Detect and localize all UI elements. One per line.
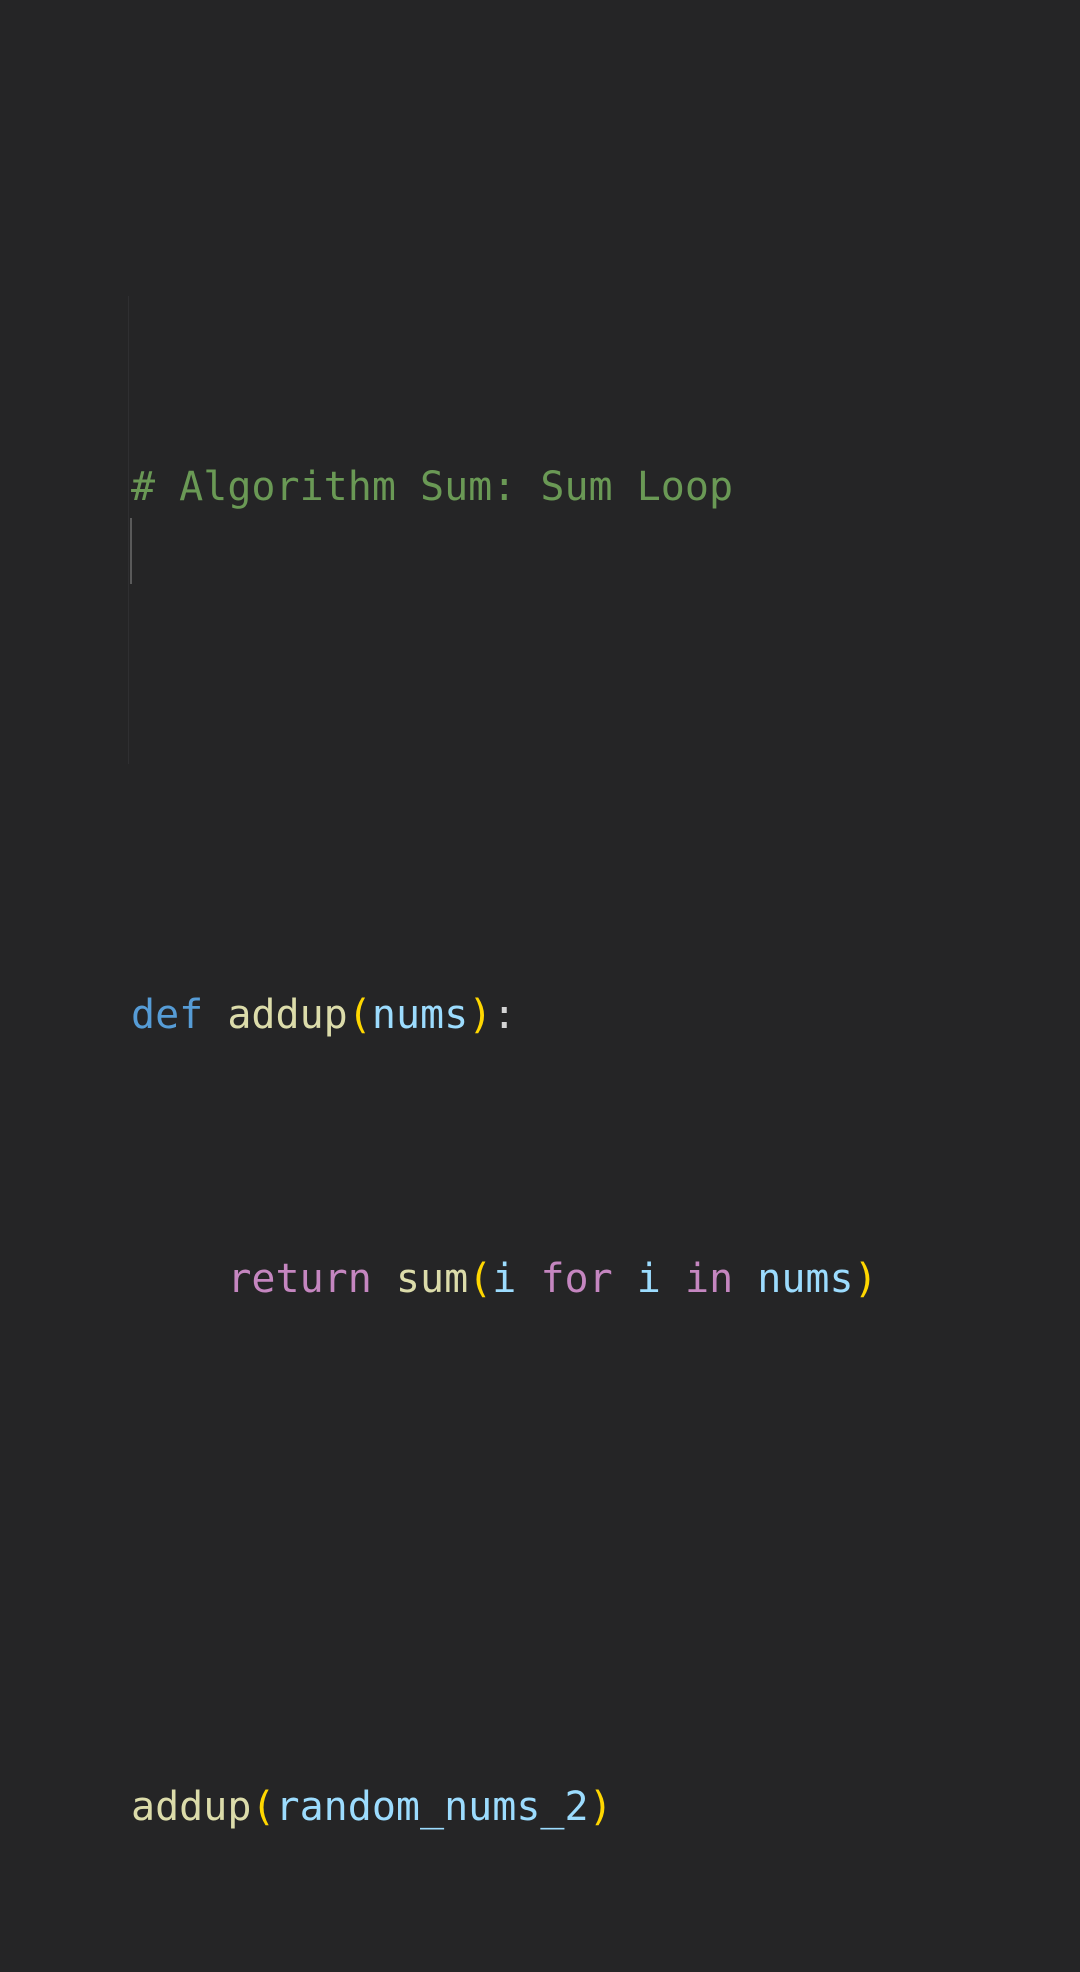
comment-token: # Algorithm Sum: Sum Loop: [131, 464, 734, 510]
code-line-3: def addup(nums):: [131, 982, 878, 1048]
param-nums: nums: [371, 992, 469, 1038]
paren-open: (: [251, 1784, 276, 1830]
paren-open: (: [347, 992, 372, 1038]
paren-close: ): [588, 1784, 613, 1830]
variable-nums: nums: [757, 1256, 854, 1302]
code-editor[interactable]: # Algorithm Sum: Sum Loop def addup(nums…: [0, 0, 1080, 1830]
keyword-for: for: [540, 1256, 613, 1302]
function-name-sum: sum: [395, 1256, 469, 1302]
code-line-5-empty: [131, 1510, 878, 1576]
variable-i: i: [492, 1256, 517, 1302]
gutter-line: [128, 296, 129, 764]
function-call-addup: addup: [131, 1784, 252, 1830]
code-line-4: return sum(i for i in nums): [131, 1246, 878, 1312]
code-block[interactable]: # Algorithm Sum: Sum Loop def addup(nums…: [131, 322, 878, 1972]
code-line-1: # Algorithm Sum: Sum Loop: [131, 454, 878, 520]
function-name-addup: addup: [227, 992, 348, 1038]
paren-close: ): [468, 992, 493, 1038]
keyword-def: def: [131, 992, 204, 1038]
code-line-2-empty: [131, 718, 878, 784]
argument-random-nums-2: random_nums_2: [275, 1784, 589, 1830]
code-line-6: addup(random_nums_2): [131, 1774, 878, 1840]
paren-close: ): [853, 1256, 878, 1302]
indent-token: [131, 1256, 227, 1302]
colon-token: :: [492, 992, 517, 1038]
keyword-in: in: [684, 1256, 734, 1302]
keyword-return: return: [227, 1256, 372, 1302]
variable-i: i: [636, 1256, 661, 1302]
paren-open: (: [468, 1256, 493, 1302]
